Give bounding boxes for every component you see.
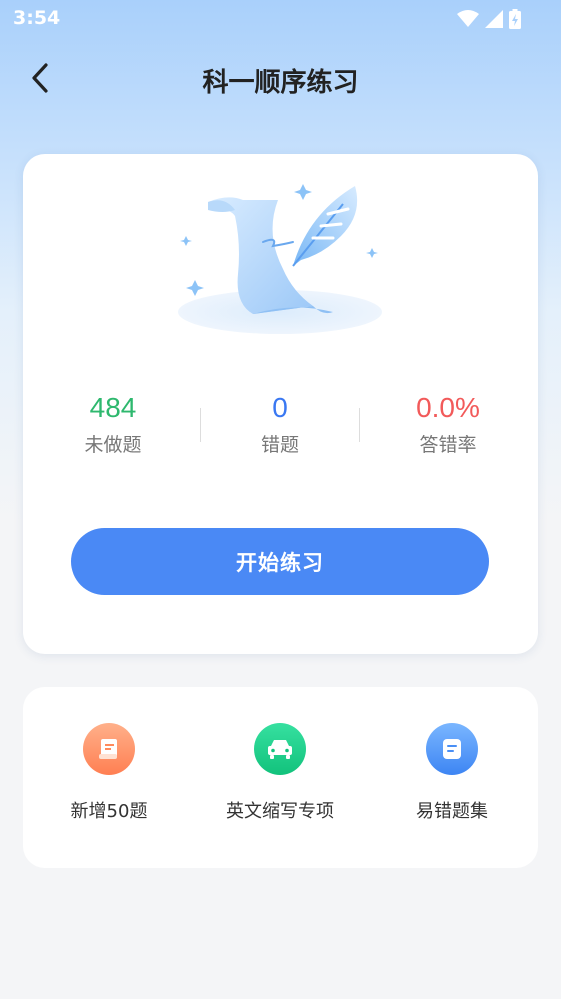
battery-charging-icon bbox=[509, 9, 521, 33]
tool-error-prone-questions[interactable]: 易错题集 bbox=[366, 723, 538, 823]
stat-label: 未做题 bbox=[84, 434, 142, 456]
stat-label: 错题 bbox=[260, 434, 299, 456]
practice-summary-card: 484 未做题 0 错题 0.0% 答错率 开始练习 bbox=[23, 154, 538, 654]
stat-label: 答错率 bbox=[419, 434, 477, 456]
stat-error-rate[interactable]: 0.0% 答错率 bbox=[363, 390, 533, 457]
status-icons bbox=[457, 9, 521, 33]
status-time: 3:54 bbox=[13, 7, 61, 29]
stat-wrong-questions[interactable]: 0 错题 bbox=[195, 390, 365, 457]
navigation-bar: 科一顺序练习 bbox=[0, 50, 561, 106]
cellular-signal-icon bbox=[485, 10, 503, 32]
practice-stats: 484 未做题 0 错题 0.0% 答错率 bbox=[23, 390, 538, 470]
practice-tools-card: 新增50题 英文缩写专项 易错题集 bbox=[23, 687, 538, 868]
tool-new-50-questions[interactable]: 新增50题 bbox=[23, 723, 195, 823]
tool-english-abbreviations[interactable]: 英文缩写专项 bbox=[194, 723, 366, 823]
scroll-quill-illustration bbox=[178, 184, 382, 334]
stat-value: 484 bbox=[89, 392, 137, 423]
tool-label: 新增50题 bbox=[70, 801, 148, 822]
divider bbox=[359, 408, 360, 442]
stat-unanswered[interactable]: 484 未做题 bbox=[28, 390, 198, 457]
page-title: 科一顺序练习 bbox=[202, 68, 359, 98]
stat-value: 0.0% bbox=[416, 392, 480, 423]
start-practice-button[interactable]: 开始练习 bbox=[71, 528, 489, 595]
tool-label: 英文缩写专项 bbox=[226, 801, 334, 822]
scroll-icon bbox=[83, 723, 135, 775]
tool-label: 易错题集 bbox=[416, 801, 488, 822]
car-icon bbox=[254, 723, 306, 775]
stat-value: 0 bbox=[272, 392, 288, 423]
wifi-icon bbox=[457, 10, 479, 32]
notebook-icon bbox=[426, 723, 478, 775]
status-bar: 3:54 bbox=[0, 0, 561, 38]
